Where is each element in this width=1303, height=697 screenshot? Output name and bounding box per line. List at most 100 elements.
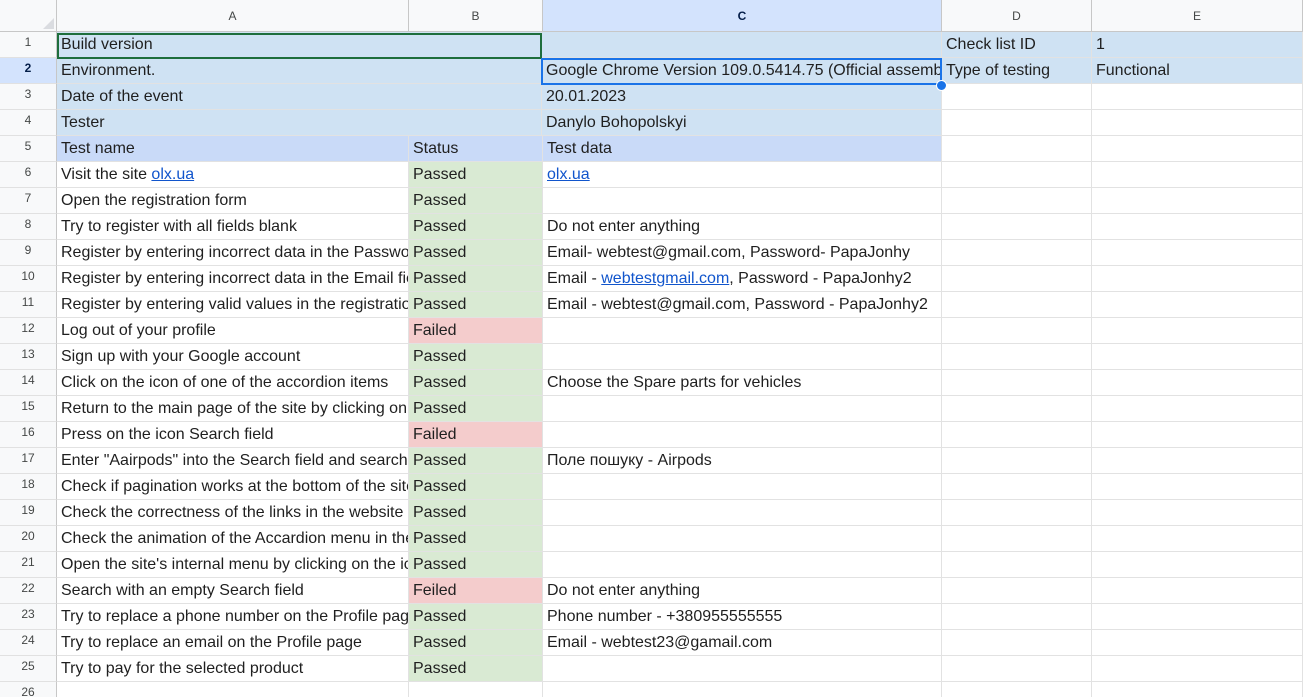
status-cell[interactable]: Passed (409, 396, 543, 422)
spreadsheet-grid[interactable]: A B C D E 1 Build version Check list ID … (0, 0, 1303, 697)
date-label[interactable]: Date of the event (57, 84, 542, 110)
empty-cell[interactable] (1092, 370, 1303, 396)
site-link[interactable]: olx.ua (547, 166, 590, 183)
date-value[interactable]: 20.01.2023 (542, 84, 942, 110)
empty-cell[interactable] (1092, 630, 1303, 656)
test-data-cell[interactable] (543, 526, 942, 552)
empty-cell[interactable] (1092, 266, 1303, 292)
build-version-value[interactable] (542, 32, 942, 58)
test-name-cell[interactable]: Return to the main page of the site by c… (57, 396, 409, 422)
test-name-cell[interactable]: Open the site's internal menu by clickin… (57, 552, 409, 578)
row-header[interactable]: 22 (0, 578, 57, 604)
empty-cell[interactable] (1092, 240, 1303, 266)
status-cell[interactable]: Feiled (409, 578, 543, 604)
row-header[interactable]: 19 (0, 500, 57, 526)
empty-cell[interactable] (1092, 604, 1303, 630)
test-name-cell[interactable]: Visit the site olx.ua (57, 162, 409, 188)
empty-cell[interactable] (1092, 578, 1303, 604)
test-data-cell[interactable]: Choose the Spare parts for vehicles (543, 370, 942, 396)
row-header[interactable]: 18 (0, 474, 57, 500)
empty-cell[interactable] (942, 604, 1092, 630)
empty-cell[interactable] (1092, 344, 1303, 370)
status-cell[interactable]: Passed (409, 656, 543, 682)
test-data-cell[interactable]: Email - webtest@gmail.com, Password - Pa… (543, 292, 942, 318)
test-name-cell[interactable]: Search with an empty Search field (57, 578, 409, 604)
test-data-cell[interactable] (543, 656, 942, 682)
status-cell[interactable]: Passed (409, 474, 543, 500)
test-name-cell[interactable]: Try to replace an email on the Profile p… (57, 630, 409, 656)
test-data-cell[interactable] (543, 422, 942, 448)
row-header[interactable]: 26 (0, 682, 57, 697)
test-name-cell[interactable]: Register by entering incorrect data in t… (57, 266, 409, 292)
status-cell[interactable]: Passed (409, 370, 543, 396)
empty-cell[interactable] (1092, 110, 1303, 136)
empty-cell[interactable] (1092, 292, 1303, 318)
empty-cell[interactable] (942, 292, 1092, 318)
status-header[interactable]: Status (409, 136, 543, 162)
row-header[interactable]: 17 (0, 448, 57, 474)
test-name-header[interactable]: Test name (57, 136, 409, 162)
test-name-cell[interactable]: Enter "Aairpods" into the Search field a… (57, 448, 409, 474)
status-cell[interactable]: Failed (409, 318, 543, 344)
row-header[interactable]: 15 (0, 396, 57, 422)
environment-value[interactable]: Google Chrome Version 109.0.5414.75 (Off… (542, 58, 942, 84)
test-data-header[interactable]: Test data (543, 136, 942, 162)
column-header-e[interactable]: E (1092, 0, 1303, 32)
status-cell[interactable]: Passed (409, 448, 543, 474)
select-all-corner[interactable] (0, 0, 57, 32)
checklist-id-value[interactable]: 1 (1092, 32, 1303, 58)
test-data-cell[interactable] (543, 188, 942, 214)
empty-cell[interactable] (942, 474, 1092, 500)
status-cell[interactable]: Passed (409, 292, 543, 318)
status-cell[interactable]: Passed (409, 344, 543, 370)
test-name-cell[interactable]: Check if pagination works at the bottom … (57, 474, 409, 500)
empty-cell[interactable] (942, 552, 1092, 578)
empty-cell[interactable] (942, 266, 1092, 292)
empty-cell[interactable] (1092, 682, 1303, 697)
empty-cell[interactable] (1092, 552, 1303, 578)
empty-cell[interactable] (1092, 188, 1303, 214)
empty-cell[interactable] (942, 578, 1092, 604)
status-cell[interactable]: Passed (409, 500, 543, 526)
row-header[interactable]: 14 (0, 370, 57, 396)
empty-cell[interactable] (942, 136, 1092, 162)
tester-value[interactable]: Danylo Bohopolskyi (542, 110, 942, 136)
checklist-id-label[interactable]: Check list ID (942, 32, 1092, 58)
tester-label[interactable]: Tester (57, 110, 542, 136)
empty-cell[interactable] (1092, 656, 1303, 682)
column-header-d[interactable]: D (942, 0, 1092, 32)
column-header-c[interactable]: C (543, 0, 942, 32)
row-header[interactable]: 23 (0, 604, 57, 630)
test-data-cell[interactable]: Email - webtest23@gamail.com (543, 630, 942, 656)
row-header[interactable]: 16 (0, 422, 57, 448)
status-cell[interactable]: Passed (409, 240, 543, 266)
status-cell[interactable]: Passed (409, 188, 543, 214)
empty-cell[interactable] (942, 682, 1092, 697)
column-header-a[interactable]: A (57, 0, 409, 32)
empty-cell[interactable] (1092, 84, 1303, 110)
test-name-cell[interactable]: Press on the icon Search field (57, 422, 409, 448)
empty-cell[interactable] (409, 682, 543, 697)
row-header[interactable]: 12 (0, 318, 57, 344)
empty-cell[interactable] (942, 526, 1092, 552)
row-header[interactable]: 5 (0, 136, 57, 162)
test-data-cell[interactable] (543, 500, 942, 526)
environment-label[interactable]: Environment. (57, 58, 542, 84)
test-name-cell[interactable]: Check the correctness of the links in th… (57, 500, 409, 526)
empty-cell[interactable] (942, 214, 1092, 240)
row-header[interactable]: 11 (0, 292, 57, 318)
row-header[interactable]: 21 (0, 552, 57, 578)
row-header[interactable]: 4 (0, 110, 57, 136)
row-header[interactable]: 1 (0, 32, 57, 58)
test-name-cell[interactable]: Register by entering incorrect data in t… (57, 240, 409, 266)
empty-cell[interactable] (1092, 136, 1303, 162)
test-data-cell[interactable] (543, 396, 942, 422)
row-header[interactable]: 7 (0, 188, 57, 214)
empty-cell[interactable] (942, 656, 1092, 682)
empty-cell[interactable] (942, 188, 1092, 214)
status-cell[interactable]: Passed (409, 552, 543, 578)
type-of-testing-label[interactable]: Type of testing (942, 58, 1092, 84)
status-cell[interactable]: Passed (409, 526, 543, 552)
status-cell[interactable]: Passed (409, 162, 543, 188)
test-data-cell[interactable]: Email- webtest@gmail.com, Password- Papa… (543, 240, 942, 266)
